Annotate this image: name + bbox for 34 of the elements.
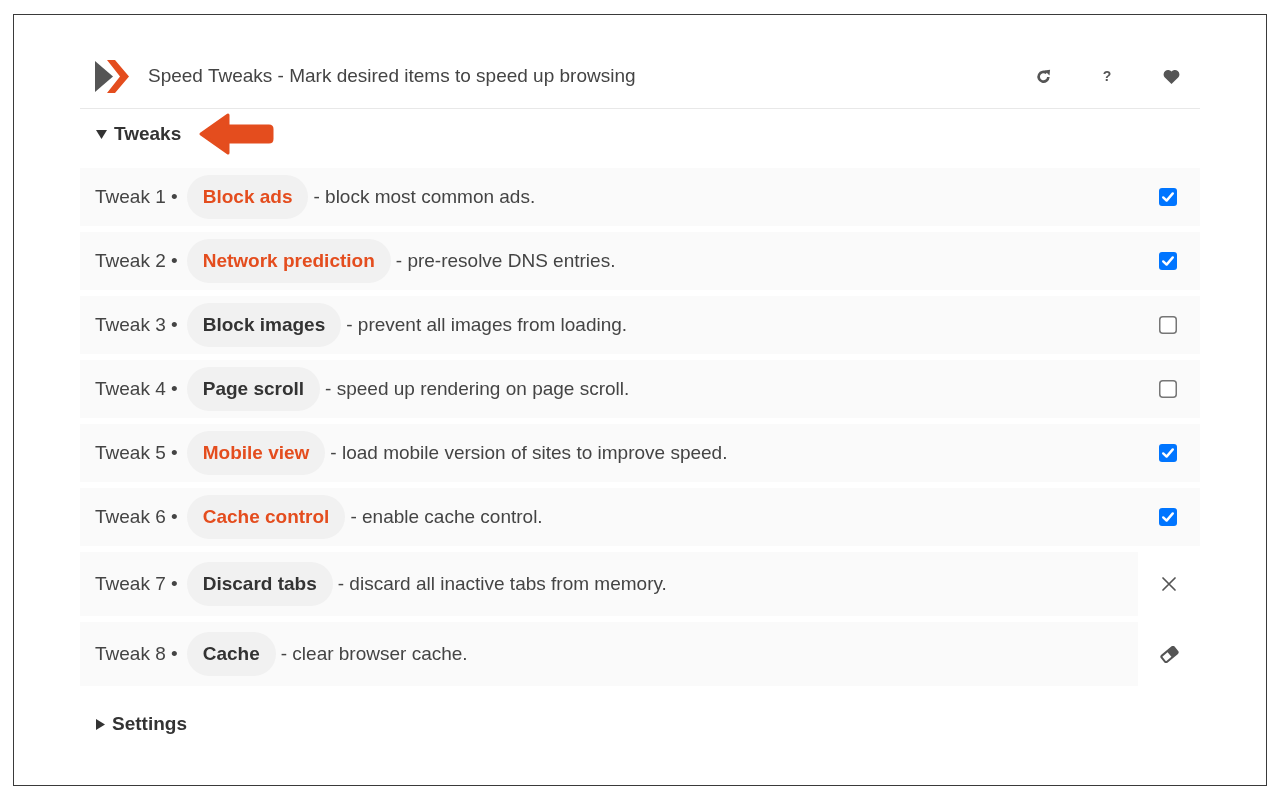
tweak-description: - prevent all images from loading. — [346, 312, 628, 337]
heart-icon[interactable] — [1162, 68, 1180, 84]
checkbox[interactable] — [1159, 188, 1177, 206]
tweak-description: - load mobile version of sites to improve speed. — [330, 440, 728, 465]
tweak-number: Tweak 8 • — [95, 641, 178, 666]
tweak-number: Tweak 6 • — [95, 504, 178, 529]
tweak-number: Tweak 5 • — [95, 440, 178, 465]
tweak-number: Tweak 3 • — [95, 312, 178, 337]
checkbox[interactable] — [1159, 380, 1177, 398]
section-toggle[interactable]: Tweaks — [96, 119, 182, 149]
reload-icon[interactable] — [1035, 68, 1051, 84]
tweak-number: Tweak 2 • — [95, 248, 178, 273]
checkbox[interactable] — [1159, 508, 1177, 526]
section-toggle[interactable]: Settings — [96, 709, 187, 739]
tweak-description: - pre-resolve DNS entries. — [395, 248, 616, 273]
tweak-description: - clear browser cache. — [280, 641, 468, 666]
tweak-name-button[interactable]: Page scroll — [186, 367, 321, 411]
tweak-name-button[interactable]: Block images — [186, 303, 342, 347]
checkbox[interactable] — [1159, 444, 1177, 462]
close-icon[interactable] — [1162, 577, 1176, 591]
app-title: Speed Tweaks - Mark desired items to speed up browsing — [148, 63, 636, 88]
help-button[interactable]: ? — [1100, 69, 1114, 83]
checkbox[interactable] — [1159, 252, 1177, 270]
logo-icon — [95, 59, 129, 93]
tweak-number: Tweak 4 • — [95, 376, 178, 401]
tweak-name-button[interactable]: Discard tabs — [186, 562, 333, 606]
tweak-description: - block most common ads. — [313, 184, 536, 209]
tweak-number: Tweak 7 • — [95, 571, 178, 596]
checkbox[interactable] — [1159, 316, 1177, 334]
tweak-description: - enable cache control. — [350, 504, 543, 529]
tweak-number: Tweak 1 • — [95, 184, 178, 209]
tweak-description: - discard all inactive tabs from memory. — [337, 571, 667, 596]
tweak-description: - speed up rendering on page scroll. — [325, 376, 630, 401]
tweak-name-button[interactable]: Cache — [186, 632, 276, 676]
